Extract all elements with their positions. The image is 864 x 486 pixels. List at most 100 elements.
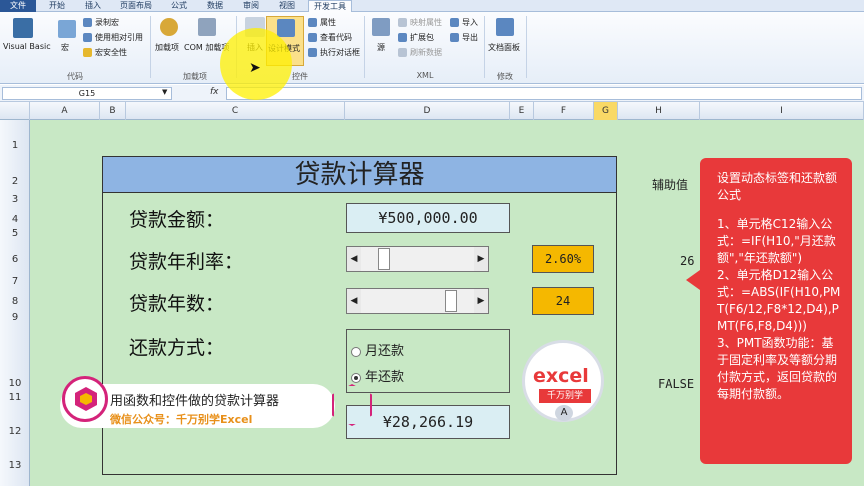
row-header-bar: 1 2 3 4 5 6 7 8 9 10 11 12 13 — [0, 120, 30, 486]
document-panel-icon — [496, 18, 514, 36]
select-all-corner[interactable] — [0, 102, 30, 120]
record-macro-button[interactable]: 录制宏 — [95, 17, 119, 28]
row-header[interactable]: 8 — [0, 296, 30, 307]
note-line: 2、单元格D12输入公式：=ABS(IF(H10,PMT(F6/12,F8*12… — [717, 268, 841, 333]
run-dialog-button[interactable]: 执行对话框 — [320, 47, 360, 58]
export-button[interactable]: 导出 — [462, 32, 478, 43]
addins-button[interactable]: 加载项 — [155, 42, 179, 53]
column-header[interactable]: D — [345, 102, 510, 120]
view-code-icon — [308, 33, 317, 42]
column-header-selected[interactable]: G — [594, 102, 618, 120]
note-line: 3、PMT函数功能：基于固定利率及等额分期付款方式，返回贷款的每期付款额。 — [717, 336, 838, 401]
column-header[interactable]: F — [534, 102, 594, 120]
tab-data[interactable]: 数据 — [202, 0, 228, 12]
row-header[interactable]: 4 — [0, 214, 30, 225]
group-xml-label: XML — [416, 71, 434, 80]
tab-page-layout[interactable]: 页面布局 — [116, 0, 156, 12]
column-header[interactable]: C — [126, 102, 345, 120]
group-addins-label: 加载项 — [183, 72, 207, 81]
column-header[interactable]: I — [700, 102, 864, 120]
banner-title: 用函数和控件做的贷款计算器 — [110, 394, 280, 409]
refresh-data-button[interactable]: 刷新数据 — [410, 47, 442, 58]
tab-review[interactable]: 审阅 — [238, 0, 264, 12]
helper-value-26: 26 — [680, 254, 695, 268]
years-scroll-thumb[interactable] — [445, 290, 457, 312]
option-monthly-label: 月还款 — [365, 344, 405, 359]
row-header[interactable]: 10 — [0, 378, 30, 389]
scroll-left-icon[interactable]: ◀ — [347, 289, 361, 313]
option-yearly-label: 年还款 — [365, 370, 405, 385]
relative-ref-button[interactable]: 使用相对引用 — [95, 32, 143, 43]
column-header[interactable]: E — [510, 102, 534, 120]
tab-formulas[interactable]: 公式 — [166, 0, 192, 12]
option-yearly[interactable]: 年还款 — [351, 366, 404, 385]
radio-icon[interactable] — [351, 346, 361, 357]
row-header[interactable]: 1 — [0, 140, 30, 151]
years-value[interactable]: 24 — [532, 287, 594, 315]
map-properties-button[interactable]: 映射属性 — [410, 17, 442, 28]
group-code-label: 代码 — [67, 72, 83, 81]
rate-value[interactable]: 2.60% — [532, 245, 594, 273]
view-code-button[interactable]: 查看代码 — [320, 32, 352, 43]
tab-developer[interactable]: 开发工具 — [308, 0, 352, 12]
properties-button[interactable]: 属性 — [320, 17, 336, 28]
mouse-pointer-icon: ➤ — [249, 60, 261, 76]
option-monthly[interactable]: 月还款 — [351, 340, 404, 359]
calculator-title: 贷款计算器 — [103, 157, 616, 193]
visual-basic-button[interactable]: Visual Basic — [3, 42, 51, 51]
column-header[interactable]: B — [100, 102, 126, 120]
scroll-left-icon[interactable]: ◀ — [347, 247, 361, 271]
logo-subtitle: 千万别学 — [539, 389, 591, 403]
rate-label: 贷款年利率： — [129, 251, 244, 273]
row-header[interactable]: 7 — [0, 276, 30, 287]
rate-scrollbar[interactable]: ◀ ▶ — [346, 246, 489, 272]
scroll-right-icon[interactable]: ▶ — [474, 289, 488, 313]
name-box[interactable]: G15 — [2, 87, 172, 100]
macro-button[interactable]: 宏 — [61, 42, 69, 53]
expansion-packs-icon — [398, 33, 407, 42]
gear-icon — [160, 18, 178, 36]
note-line — [717, 204, 842, 216]
warning-icon — [83, 48, 92, 57]
column-header-bar: A B C D E F G H I — [0, 102, 864, 120]
scroll-right-icon[interactable]: ▶ — [474, 247, 488, 271]
helper-value-false: FALSE — [658, 377, 695, 391]
fx-icon[interactable]: fx — [210, 87, 219, 97]
import-icon — [450, 18, 459, 27]
row-header[interactable]: 13 — [0, 460, 30, 471]
xml-source-button[interactable]: 源 — [377, 42, 385, 53]
logo-letter: A — [555, 405, 573, 421]
group-modify-label: 修改 — [497, 72, 513, 81]
import-button[interactable]: 导入 — [462, 17, 478, 28]
row-header[interactable]: 3 — [0, 194, 30, 205]
ribbon-separator — [526, 16, 527, 78]
export-icon — [450, 33, 459, 42]
repay-method-label: 还款方式： — [129, 337, 225, 359]
logo-text: excel — [533, 365, 589, 387]
column-header[interactable]: A — [30, 102, 100, 120]
radio-selected-icon[interactable] — [351, 372, 361, 383]
banner-subtitle: 微信公众号：千万别学Excel — [110, 413, 253, 426]
xml-source-icon — [372, 18, 390, 36]
loan-amount-value[interactable]: ¥500,000.00 — [346, 203, 510, 233]
years-scrollbar[interactable]: ◀ ▶ — [346, 288, 489, 314]
column-header[interactable]: H — [618, 102, 700, 120]
chevron-down-icon[interactable]: ▼ — [162, 88, 167, 96]
expansion-packs-button[interactable]: 扩展包 — [410, 32, 434, 43]
formula-input[interactable] — [226, 87, 862, 100]
row-header[interactable]: 2 — [0, 176, 30, 187]
row-header[interactable]: 9 — [0, 312, 30, 323]
macro-security-button[interactable]: 宏安全性 — [95, 47, 127, 58]
document-panel-button[interactable]: 文档面板 — [488, 42, 520, 53]
row-header[interactable]: 11 — [0, 392, 30, 403]
row-header[interactable]: 6 — [0, 254, 30, 265]
row-header[interactable]: 12 — [0, 426, 30, 437]
tab-file[interactable]: 文件 — [0, 0, 36, 12]
row-header[interactable]: 5 — [0, 228, 30, 239]
tab-insert[interactable]: 插入 — [80, 0, 106, 12]
ribbon-separator — [484, 16, 485, 78]
helper-title: 辅助值 — [652, 178, 689, 192]
tab-home[interactable]: 开始 — [44, 0, 70, 12]
rate-scroll-thumb[interactable] — [378, 248, 390, 270]
tab-view[interactable]: 视图 — [274, 0, 300, 12]
